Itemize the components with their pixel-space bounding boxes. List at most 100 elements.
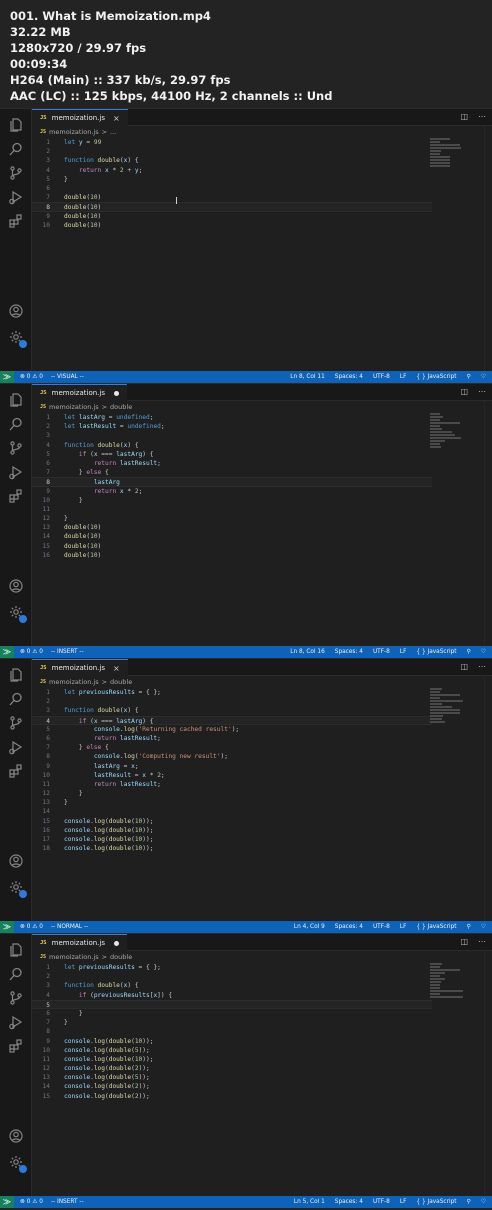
problems-count[interactable]: ⊗ 0 ⚠ 0 xyxy=(20,374,43,380)
feedback-icon[interactable]: ⚲ xyxy=(467,649,471,655)
feedback-icon[interactable]: ⚲ xyxy=(467,924,471,930)
language-mode[interactable]: { } JavaScript xyxy=(416,374,456,380)
vertical-scrollbar[interactable] xyxy=(484,676,492,922)
code-line[interactable]: 15 console.log(double(2)); xyxy=(32,1092,432,1101)
code-line[interactable]: 16 double(10) xyxy=(32,551,432,560)
cursor-position[interactable]: Ln 8, Col 16 xyxy=(290,649,325,655)
code-editor[interactable]: 1 let y = 99 2 3 function double(x) {4 retur… xyxy=(32,138,432,230)
code-line[interactable]: 13 double(10) xyxy=(32,523,432,532)
remote-indicator-icon[interactable]: ⨠ xyxy=(0,371,14,383)
code-line[interactable]: 1 let lastArg = undefined; xyxy=(32,413,432,422)
problems-count[interactable]: ⊗ 0 ⚠ 0 xyxy=(20,649,43,655)
code-line[interactable]: 11 xyxy=(32,505,432,514)
code-line[interactable]: 9 double(10) xyxy=(32,212,432,221)
breadcrumb-file[interactable]: memoization.js xyxy=(49,953,99,961)
indentation[interactable]: Spaces: 4 xyxy=(335,1199,363,1205)
code-line[interactable]: 5 if (x === lastArg) { xyxy=(32,450,432,459)
code-line[interactable]: 14 console.log(double(2)); xyxy=(32,1082,432,1091)
encoding[interactable]: UTF-8 xyxy=(373,924,390,930)
notifications-bell-icon[interactable]: ♡ xyxy=(481,924,486,930)
code-line[interactable]: 4 function double(x) { xyxy=(32,441,432,450)
files-icon[interactable] xyxy=(8,942,24,958)
breadcrumb-file[interactable]: memoization.js xyxy=(49,128,99,136)
code-line[interactable]: 17 console.log(double(10)); xyxy=(32,835,432,844)
source-control-icon[interactable] xyxy=(8,990,24,1006)
code-line[interactable]: 13 console.log(double(5)); xyxy=(32,1073,432,1082)
breadcrumb-symbol[interactable]: double xyxy=(110,403,132,411)
run-debug-icon[interactable] xyxy=(8,189,24,205)
vertical-scrollbar[interactable] xyxy=(484,401,492,647)
files-icon[interactable] xyxy=(8,117,24,133)
encoding[interactable]: UTF-8 xyxy=(373,374,390,380)
feedback-icon[interactable]: ⚲ xyxy=(467,1199,471,1205)
account-icon[interactable] xyxy=(8,303,24,319)
code-line[interactable]: 12 console.log(double(2)); xyxy=(32,1064,432,1073)
code-line[interactable]: 14 xyxy=(32,807,432,816)
code-line[interactable]: 2 xyxy=(32,697,432,706)
settings-gear-icon[interactable] xyxy=(8,329,27,348)
code-line[interactable]: 7 } else { xyxy=(32,743,432,752)
code-line[interactable]: 8 xyxy=(32,1027,432,1036)
code-line[interactable]: 2 xyxy=(32,972,432,981)
code-editor[interactable]: 1 let lastArg = undefined; 2 let lastResult… xyxy=(32,413,432,560)
notifications-bell-icon[interactable]: ♡ xyxy=(481,1199,486,1205)
code-line[interactable]: 4 return x * 2 + y; xyxy=(32,166,432,175)
code-line[interactable]: 6 return lastResult; xyxy=(32,459,432,468)
indentation[interactable]: Spaces: 4 xyxy=(335,649,363,655)
code-line[interactable]: 11 console.log(double(10)); xyxy=(32,1055,432,1064)
code-line[interactable]: 10 double(10) xyxy=(32,221,432,230)
run-debug-icon[interactable] xyxy=(8,739,24,755)
language-mode[interactable]: { } JavaScript xyxy=(416,924,456,930)
split-editor-icon[interactable]: ◫ xyxy=(460,937,468,946)
extensions-icon[interactable] xyxy=(8,763,24,779)
code-line[interactable]: 2 let lastResult = undefined; xyxy=(32,422,432,431)
search-icon[interactable] xyxy=(8,416,24,432)
source-control-icon[interactable] xyxy=(8,715,24,731)
end-of-line[interactable]: LF xyxy=(400,649,407,655)
remote-indicator-icon[interactable]: ⨠ xyxy=(0,646,14,658)
settings-gear-icon[interactable] xyxy=(8,879,27,898)
code-line[interactable]: 3 function double(x) { xyxy=(32,156,432,165)
minimap[interactable] xyxy=(430,688,470,728)
code-line[interactable]: 7 double(10) xyxy=(32,193,432,202)
vertical-scrollbar[interactable] xyxy=(484,951,492,1197)
extensions-icon[interactable] xyxy=(8,488,24,504)
code-editor[interactable]: 1 let previousResults = { }; 2 3 function do… xyxy=(32,688,432,853)
search-icon[interactable] xyxy=(8,141,24,157)
code-line[interactable]: 7 } else { xyxy=(32,468,432,477)
code-line[interactable]: 13} xyxy=(32,798,432,807)
source-control-icon[interactable] xyxy=(8,165,24,181)
code-line[interactable]: 6 return lastResult; xyxy=(32,734,432,743)
language-mode[interactable]: { } JavaScript xyxy=(416,1199,456,1205)
code-line[interactable]: 7} xyxy=(32,1018,432,1027)
code-line[interactable]: 5 xyxy=(32,999,432,1009)
split-editor-icon[interactable]: ◫ xyxy=(460,662,468,671)
close-tab-icon[interactable]: × xyxy=(113,664,120,673)
code-line[interactable]: 1 let previousResults = { }; xyxy=(32,963,432,972)
code-line[interactable]: 15 console.log(double(10)); xyxy=(32,817,432,826)
vertical-scrollbar[interactable] xyxy=(484,126,492,372)
run-debug-icon[interactable] xyxy=(8,464,24,480)
code-line[interactable]: 18 console.log(double(10)); xyxy=(32,844,432,853)
close-tab-icon[interactable]: × xyxy=(113,114,120,123)
files-icon[interactable] xyxy=(8,667,24,683)
feedback-icon[interactable]: ⚲ xyxy=(467,374,471,380)
code-line[interactable]: 8 double(10) xyxy=(32,202,432,212)
remote-indicator-icon[interactable]: ⨠ xyxy=(0,921,14,933)
breadcrumb-symbol[interactable]: ... xyxy=(110,128,116,136)
settings-gear-icon[interactable] xyxy=(8,604,27,623)
more-actions-icon[interactable]: ⋯ xyxy=(478,387,486,396)
code-line[interactable]: 3 xyxy=(32,431,432,440)
encoding[interactable]: UTF-8 xyxy=(373,1199,390,1205)
code-line[interactable]: 12} xyxy=(32,514,432,523)
editor-tab[interactable]: JS memoization.js xyxy=(32,934,127,951)
extensions-icon[interactable] xyxy=(8,213,24,229)
code-line[interactable]: 10 } xyxy=(32,496,432,505)
end-of-line[interactable]: LF xyxy=(400,1199,407,1205)
minimap[interactable] xyxy=(430,413,470,453)
split-editor-icon[interactable]: ◫ xyxy=(460,387,468,396)
end-of-line[interactable]: LF xyxy=(400,924,407,930)
problems-count[interactable]: ⊗ 0 ⚠ 0 xyxy=(20,924,43,930)
extensions-icon[interactable] xyxy=(8,1038,24,1054)
search-icon[interactable] xyxy=(8,691,24,707)
